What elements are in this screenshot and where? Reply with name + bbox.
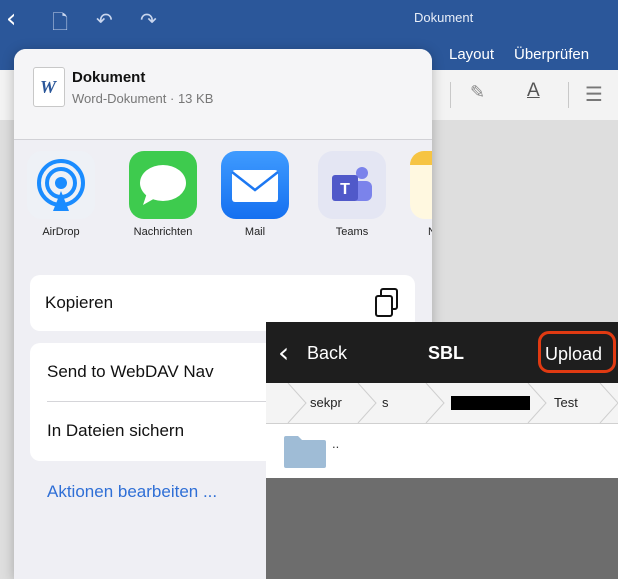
- breadcrumb-item[interactable]: Test: [554, 395, 578, 410]
- share-app-notes[interactable]: N: [410, 151, 432, 238]
- file-name: Dokument: [72, 69, 146, 86]
- word-file-icon: W: [33, 67, 65, 107]
- file-meta: Word-Dokument · 13 KB: [72, 91, 214, 106]
- airdrop-icon: [27, 151, 95, 219]
- redo-icon[interactable]: ↷: [140, 8, 157, 32]
- back-chevron-icon[interactable]: ‹: [6, 4, 16, 34]
- folder-icon: [284, 436, 326, 468]
- share-app-mail[interactable]: Mail: [218, 151, 292, 238]
- upload-button[interactable]: Upload: [538, 331, 616, 373]
- mail-icon: [221, 151, 289, 219]
- breadcrumb: sekpr s Test: [266, 383, 618, 424]
- undo-icon[interactable]: ↶: [96, 8, 113, 32]
- sbl-title: SBL: [428, 343, 464, 363]
- font-color-icon[interactable]: A: [527, 80, 540, 102]
- sbl-panel: ‹ Back SBL Upload sekpr s Test ..: [266, 322, 618, 579]
- share-sheet-header: W Dokument Word-Dokument · 13 KB: [14, 49, 432, 140]
- svg-text:T: T: [340, 181, 350, 198]
- parent-folder-label: ..: [332, 436, 340, 451]
- word-title-bar: ‹ 🗋 ↶ ↷ Dokument: [0, 0, 618, 38]
- toolbar-divider: [450, 82, 451, 108]
- share-app-teams[interactable]: T Teams: [315, 151, 389, 238]
- sbl-navbar: ‹ Back SBL Upload: [266, 322, 618, 383]
- breadcrumb-item[interactable]: s: [382, 395, 389, 410]
- app-label: Teams: [335, 226, 369, 238]
- breadcrumb-item[interactable]: sekpr: [310, 395, 342, 410]
- copy-label: Kopieren: [45, 293, 114, 312]
- back-button[interactable]: Back: [307, 343, 347, 364]
- app-label: N: [428, 226, 432, 238]
- share-app-airdrop[interactable]: AirDrop: [24, 151, 98, 238]
- highlighter-icon[interactable]: ✎: [470, 82, 485, 103]
- app-label: Nachrichten: [133, 226, 193, 238]
- toolbar-divider: [568, 82, 569, 108]
- edit-actions-link[interactable]: Aktionen bearbeiten ...: [47, 482, 217, 502]
- redacted-breadcrumb: [451, 396, 530, 410]
- messages-icon: [129, 151, 197, 219]
- tab-layout[interactable]: Layout: [449, 46, 494, 63]
- notes-icon: [410, 151, 432, 219]
- list-item[interactable]: ..: [266, 424, 618, 478]
- document-title: Dokument: [414, 10, 474, 25]
- back-chevron-icon[interactable]: ‹: [278, 336, 289, 369]
- teams-icon: T: [318, 151, 386, 219]
- share-app-nachrichten[interactable]: Nachrichten: [126, 151, 200, 238]
- app-label: Mail: [244, 226, 266, 238]
- copy-icon: [375, 288, 398, 317]
- app-label: AirDrop: [42, 226, 80, 238]
- share-app-row: AirDrop Nachrichten Mail T Teams N: [14, 151, 432, 261]
- tab-ueberpruefen[interactable]: Überprüfen: [514, 46, 589, 63]
- bullet-list-icon[interactable]: ☰: [585, 82, 603, 106]
- document-menu-icon[interactable]: 🗋: [52, 8, 68, 42]
